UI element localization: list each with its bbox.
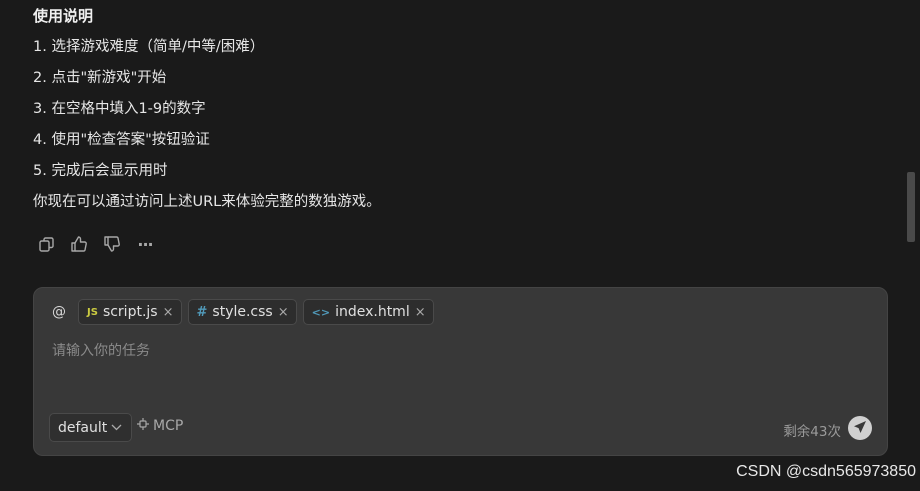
context-chip-style-css[interactable]: # style.css ×: [187, 299, 297, 325]
context-chip-index-html[interactable]: <> index.html ×: [302, 299, 434, 325]
scrollbar[interactable]: [905, 0, 915, 250]
more-glyph: ···: [137, 234, 153, 254]
instruction-step: 3. 在空格中填入1-9的数字: [33, 101, 206, 117]
message-summary: 你现在可以通过访问上述URL来体验完整的数独游戏。: [33, 194, 381, 210]
copy-icon[interactable]: [36, 234, 56, 254]
remaining-count: 剩余43次: [783, 424, 841, 440]
close-icon[interactable]: ×: [278, 305, 289, 320]
composer-panel: @ JS script.js × # style.css × <> index.…: [33, 287, 888, 456]
send-icon: [853, 419, 867, 438]
chevron-down-icon: [111, 421, 122, 434]
context-chip-script-js[interactable]: JS script.js ×: [78, 299, 182, 325]
watermark: CSDN @csdn565973850: [736, 463, 916, 480]
chip-label: index.html: [335, 304, 410, 320]
js-file-icon: JS: [87, 306, 98, 318]
chip-label: script.js: [102, 304, 158, 320]
mode-select[interactable]: default: [49, 413, 132, 442]
html-file-icon: <>: [311, 305, 331, 319]
send-button[interactable]: [848, 416, 872, 440]
message-actions: ···: [36, 234, 155, 254]
mode-value: default: [58, 419, 108, 436]
thumbs-down-icon[interactable]: [102, 234, 122, 254]
close-icon[interactable]: ×: [415, 305, 426, 320]
context-files: JS script.js × # style.css × <> index.ht…: [78, 299, 434, 325]
instruction-step: 5. 完成后会显示用时: [33, 163, 168, 179]
instruction-step: 1. 选择游戏难度（简单/中等/困难）: [33, 39, 265, 55]
plug-icon: [136, 417, 150, 435]
more-icon[interactable]: ···: [135, 234, 155, 254]
instructions-list: 1. 选择游戏难度（简单/中等/困难） 2. 点击"新游戏"开始 3. 在空格中…: [33, 32, 873, 187]
message-heading: 使用说明: [33, 7, 94, 25]
instruction-step: 2. 点击"新游戏"开始: [33, 70, 167, 86]
mcp-label: MCP: [153, 418, 184, 434]
close-icon[interactable]: ×: [163, 305, 174, 320]
thumbs-up-icon[interactable]: [69, 234, 89, 254]
mcp-button[interactable]: MCP: [136, 417, 183, 435]
chip-label: style.css: [212, 304, 273, 320]
instruction-step: 4. 使用"检查答案"按钮验证: [33, 132, 210, 148]
scrollbar-thumb[interactable]: [907, 172, 915, 242]
assistant-message: 使用说明 1. 选择游戏难度（简单/中等/困难） 2. 点击"新游戏"开始 3.…: [33, 4, 873, 218]
chat-page: 使用说明 1. 选择游戏难度（简单/中等/困难） 2. 点击"新游戏"开始 3.…: [0, 0, 920, 491]
mention-button[interactable]: @: [52, 304, 66, 320]
task-input[interactable]: 请输入你的任务: [52, 340, 852, 360]
css-file-icon: #: [196, 304, 208, 320]
